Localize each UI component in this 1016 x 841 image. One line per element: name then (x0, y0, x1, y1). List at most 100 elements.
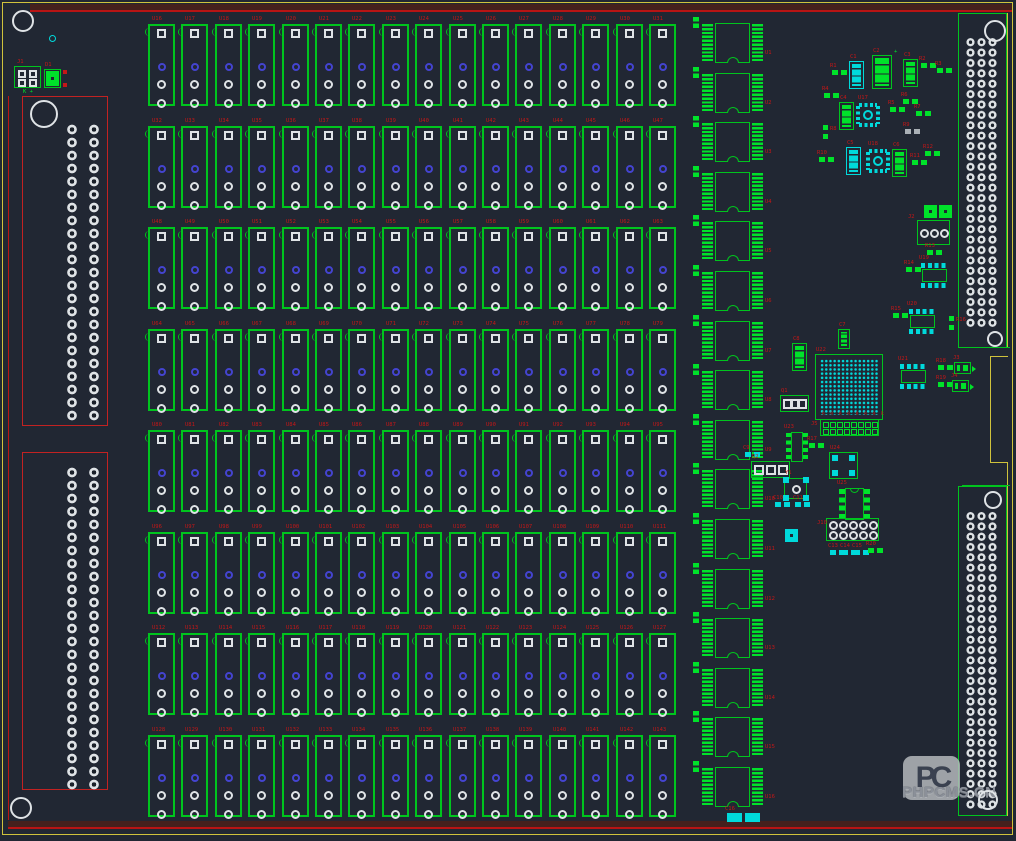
labelrow-footprint[interactable]: R R R R R R R R (822, 412, 885, 417)
chip2-footprint[interactable]: R17 (809, 443, 824, 448)
relay-footprint[interactable]: U108 (549, 532, 576, 614)
soic-footprint[interactable]: U14 (702, 668, 766, 708)
relay-footprint[interactable]: U123 (515, 633, 542, 715)
relay-footprint[interactable]: U71 (382, 329, 409, 411)
relay-footprint[interactable]: U116 (282, 633, 309, 715)
chip2v-footprint[interactable]: R8 (823, 125, 828, 139)
relay-footprint[interactable]: U89 (449, 430, 476, 512)
relay-footprint[interactable]: U38 (348, 126, 375, 208)
relay-footprint[interactable]: U86 (348, 430, 375, 512)
soic-footprint[interactable]: U12 (702, 569, 766, 609)
soic8c-footprint[interactable]: U21 (900, 364, 927, 389)
relay-footprint[interactable]: U57 (449, 227, 476, 309)
relay-footprint[interactable]: U60 (549, 227, 576, 309)
pads2x2-footprint[interactable] (785, 529, 798, 542)
relay-footprint[interactable]: U115 (248, 633, 275, 715)
relay-footprint[interactable]: U43 (515, 126, 542, 208)
relay-footprint[interactable]: U40 (415, 126, 442, 208)
relay-footprint[interactable]: U113 (181, 633, 208, 715)
relay-footprint[interactable]: U36 (282, 126, 309, 208)
relay-footprint[interactable]: U62 (616, 227, 643, 309)
soic-footprint[interactable]: U13 (702, 618, 766, 658)
relay-footprint[interactable]: U70 (348, 329, 375, 411)
cap3-footprint[interactable]: +C2 (872, 55, 892, 89)
relay-footprint[interactable]: U75 (515, 329, 542, 411)
relay-footprint[interactable]: U45 (582, 126, 609, 208)
relay-footprint[interactable]: U61 (582, 227, 609, 309)
relay-footprint[interactable]: U121 (449, 633, 476, 715)
chip2-footprint[interactable]: R3 (937, 68, 952, 73)
soic-footprint[interactable]: U16 (702, 767, 766, 807)
relay-footprint[interactable]: U22 (348, 24, 375, 106)
relay-footprint[interactable]: U99 (248, 532, 275, 614)
soic-footprint[interactable]: U1 (702, 23, 766, 63)
relay-footprint[interactable]: U68 (282, 329, 309, 411)
triple3-footprint[interactable]: Q1 (780, 395, 809, 412)
relay-footprint[interactable]: U95 (649, 430, 676, 512)
relay-footprint[interactable]: U126 (616, 633, 643, 715)
relay-footprint[interactable]: U37 (315, 126, 342, 208)
cap3-footprint[interactable]: C3 (903, 59, 918, 87)
relay-footprint[interactable]: U135 (382, 735, 409, 817)
relay-footprint[interactable]: U52 (282, 227, 309, 309)
relay-footprint[interactable]: U119 (382, 633, 409, 715)
relay-footprint[interactable]: U118 (348, 633, 375, 715)
relay-footprint[interactable]: U35 (248, 126, 275, 208)
relay-footprint[interactable]: U82 (215, 430, 242, 512)
cap3-footprint[interactable]: C6 (892, 149, 907, 177)
relay-footprint[interactable]: U48 (148, 227, 175, 309)
hdr-footprint[interactable]: J5 (820, 419, 879, 436)
relay-footprint[interactable]: U87 (382, 430, 409, 512)
soic-footprint[interactable]: U6 (702, 271, 766, 311)
relay-footprint[interactable]: U50 (215, 227, 242, 309)
relay-footprint[interactable]: U73 (449, 329, 476, 411)
relay-footprint[interactable]: U137 (449, 735, 476, 817)
relay-footprint[interactable]: U67 (248, 329, 275, 411)
relay-footprint[interactable]: U142 (616, 735, 643, 817)
relay-footprint[interactable]: U104 (415, 532, 442, 614)
relay-footprint[interactable]: U66 (215, 329, 242, 411)
chip2-footprint[interactable]: R10 (819, 157, 834, 162)
soic-footprint[interactable]: U3 (702, 122, 766, 162)
relay-footprint[interactable]: U78 (616, 329, 643, 411)
qfp-footprint[interactable]: U17 (856, 103, 880, 127)
relay-footprint[interactable]: U138 (482, 735, 509, 817)
relay-footprint[interactable]: U23 (382, 24, 409, 106)
relay-footprint[interactable]: U111 (649, 532, 676, 614)
cap3-footprint[interactable]: C7 (838, 329, 850, 349)
chip2-footprint[interactable]: R15 (893, 313, 908, 318)
relay-footprint[interactable]: U41 (449, 126, 476, 208)
cap3-footprint[interactable]: C4 (839, 102, 854, 130)
relay-footprint[interactable]: U98 (215, 532, 242, 614)
edge-connector-left[interactable] (22, 96, 108, 426)
relay-footprint[interactable]: U49 (181, 227, 208, 309)
edge-connector-right[interactable] (958, 13, 1007, 348)
relay-footprint[interactable]: U106 (482, 532, 509, 614)
chip2-footprint[interactable]: R13 (927, 250, 942, 255)
relay-footprint[interactable]: U46 (616, 126, 643, 208)
relay-footprint[interactable]: U20 (282, 24, 309, 106)
relay-footprint[interactable]: U101 (315, 532, 342, 614)
chip2-footprint[interactable]: R14 (906, 267, 921, 272)
relay-footprint[interactable]: U133 (315, 735, 342, 817)
soic-footprint[interactable]: U11 (702, 519, 766, 559)
relay-footprint[interactable]: U128 (148, 735, 175, 817)
relay-footprint[interactable]: U81 (181, 430, 208, 512)
dot-footprint[interactable] (49, 35, 56, 42)
relay-footprint[interactable]: U117 (315, 633, 342, 715)
relay-footprint[interactable]: U28 (549, 24, 576, 106)
relay-footprint[interactable]: U143 (649, 735, 676, 817)
chip2-footprint[interactable]: R7 (916, 111, 931, 116)
chip2-footprint[interactable]: R12 (925, 151, 940, 156)
relay-footprint[interactable]: U132 (282, 735, 309, 817)
pads2x2-footprint[interactable] (939, 205, 952, 218)
relay-footprint[interactable]: U19 (248, 24, 275, 106)
bga-footprint[interactable]: U22 (815, 354, 883, 420)
chip2-footprint[interactable]: R18 (938, 365, 953, 370)
soic-footprint[interactable]: U4 (702, 172, 766, 212)
relay-footprint[interactable]: U21 (315, 24, 342, 106)
relay-footprint[interactable]: U31 (649, 24, 676, 106)
relay-footprint[interactable]: U79 (649, 329, 676, 411)
relay-footprint[interactable]: U107 (515, 532, 542, 614)
relay-footprint[interactable]: U80 (148, 430, 175, 512)
